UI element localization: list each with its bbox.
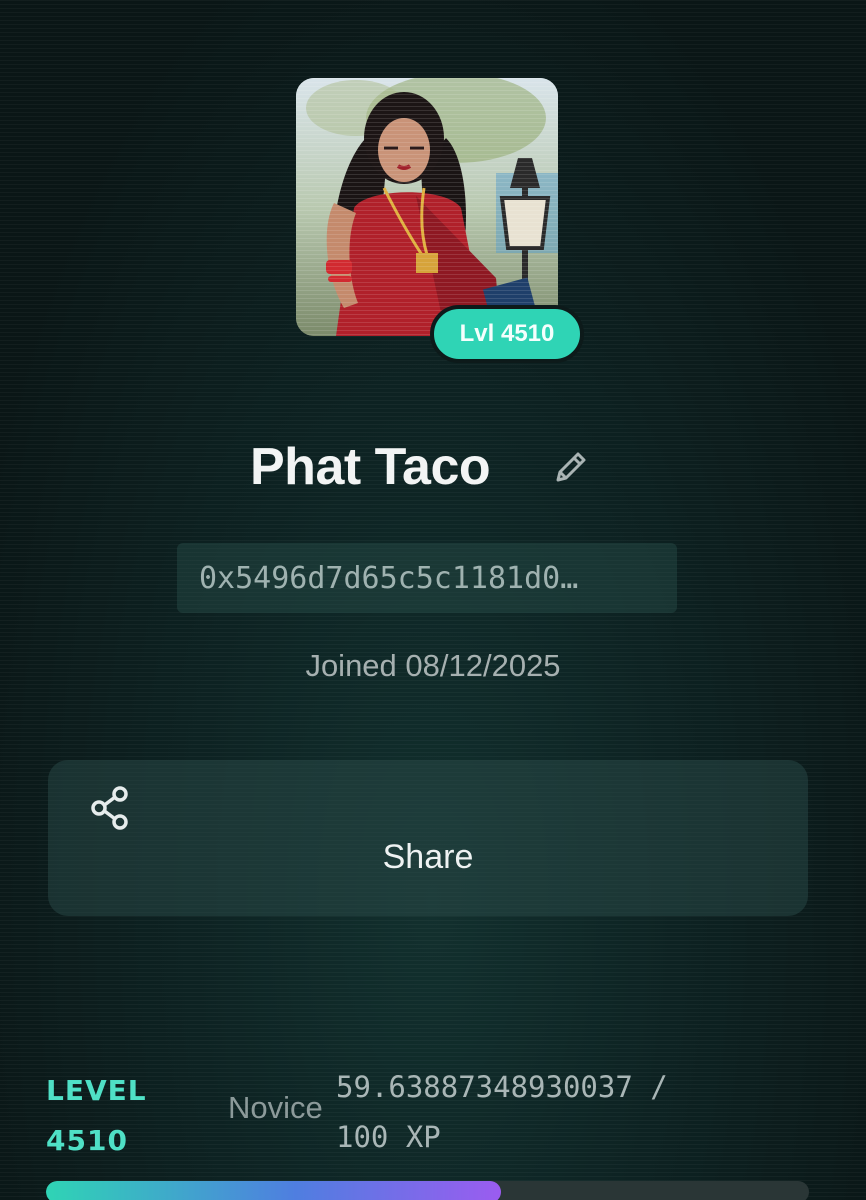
profile-name-row: Phat Taco	[0, 432, 866, 502]
avatar-photo	[296, 78, 558, 336]
profile-avatar-container	[296, 78, 558, 336]
share-icon	[90, 786, 130, 830]
level-label-title: LEVEL	[46, 1074, 147, 1107]
pencil-icon[interactable]	[550, 446, 592, 488]
wallet-address[interactable]: 0x5496d7d65c5c1181d0…	[177, 543, 677, 613]
xp-progress-fill	[46, 1181, 501, 1200]
xp-current: 59.63887348930037 /	[336, 1070, 668, 1104]
profile-name: Phat Taco	[250, 438, 491, 496]
joined-date: Joined 08/12/2025	[305, 648, 561, 683]
level-label: LEVEL 4510	[46, 1066, 147, 1166]
xp-total: 100 XP	[336, 1120, 441, 1154]
xp-progress-bar	[46, 1181, 809, 1200]
share-label: Share	[382, 838, 474, 876]
xp-readout: 59.63887348930037 / 100 XP	[336, 1062, 766, 1162]
avatar[interactable]	[296, 78, 558, 336]
tier-label: Novice	[228, 1090, 323, 1125]
level-badge: Lvl 4510	[430, 305, 584, 363]
share-button[interactable]: Share	[48, 760, 808, 916]
level-number: 4510	[46, 1124, 128, 1157]
